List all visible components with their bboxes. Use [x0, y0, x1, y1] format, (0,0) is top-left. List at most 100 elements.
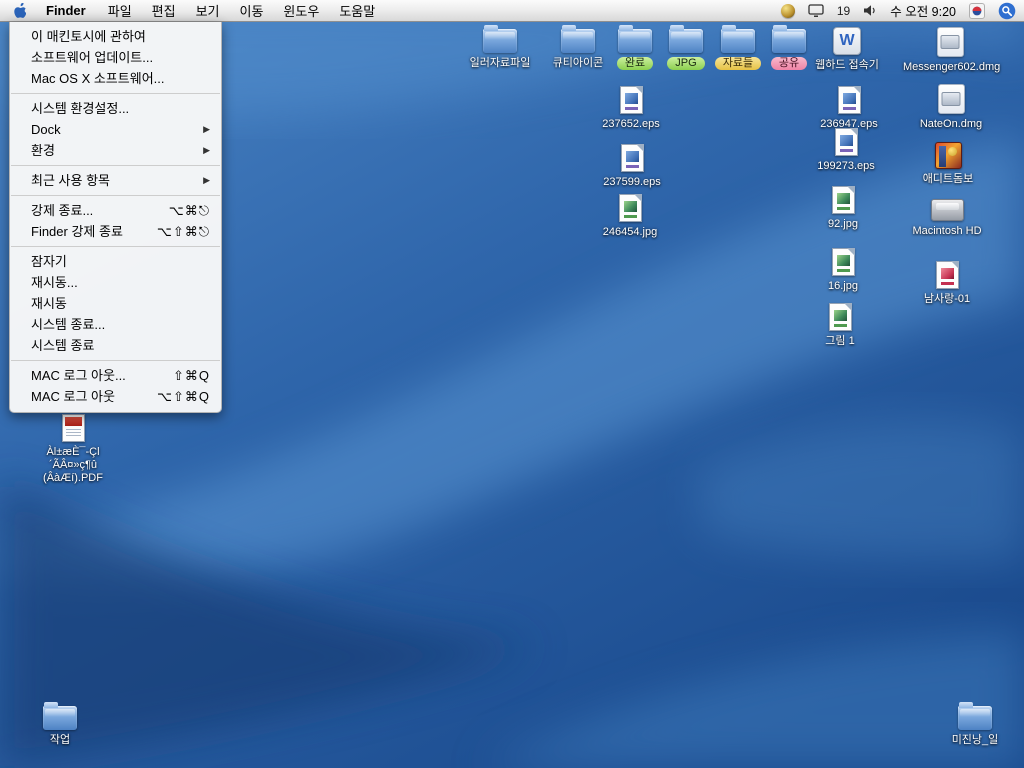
- menu-item-label: 최근 사용 항목: [31, 172, 203, 189]
- menu-item-label: 소프트웨어 업데이트...: [31, 49, 210, 66]
- menu-item-label: Dock: [31, 121, 203, 138]
- desktop-icon-app[interactable]: 애디트돔보: [903, 142, 993, 186]
- menu-file[interactable]: 파일: [98, 0, 142, 22]
- menu-finder[interactable]: Finder: [36, 0, 98, 22]
- eps-file-icon: [838, 86, 861, 114]
- desktop-icon-pdf[interactable]: Àl±æÈ¯-Çl´ÃÂ¤»ç¶û (ÂàÆí).PDF: [28, 414, 118, 485]
- jpg-file-icon: [619, 194, 642, 222]
- desktop-icon-hard-disk[interactable]: Macintosh HD: [902, 199, 992, 238]
- desktop-icon-dmg[interactable]: NateOn.dmg: [906, 84, 996, 131]
- menubar-clock[interactable]: 수 오전 9:20: [890, 0, 956, 22]
- doc-badge: [834, 324, 847, 327]
- icon-label: Messenger602.dmg: [900, 61, 1000, 74]
- menu-item-label: MAC 로그 아웃: [31, 388, 157, 405]
- menubar-extras: 19 수 오전 9:20: [781, 0, 1024, 22]
- volume-icon[interactable]: [863, 0, 877, 22]
- menu-view[interactable]: 보기: [186, 0, 230, 22]
- desktop-icon-jpg[interactable]: 246454.jpg: [585, 194, 675, 239]
- doc-thumbnail: [834, 310, 847, 321]
- menu-item-software-update[interactable]: 소프트웨어 업데이트...: [10, 47, 221, 68]
- desktop-icon-eps[interactable]: 199273.eps: [801, 128, 891, 173]
- menu-item-macosx-software[interactable]: Mac OS X 소프트웨어...: [10, 68, 221, 89]
- menu-item-shutdown[interactable]: 시스템 종료: [10, 335, 221, 356]
- doc-badge: [625, 107, 638, 110]
- icon-label: 237652.eps: [599, 118, 663, 131]
- menu-item-about-this-mac[interactable]: 이 매킨토시에 관하여: [10, 26, 221, 47]
- icon-label: Macintosh HD: [909, 225, 984, 238]
- desktop-icon-eps[interactable]: 237599.eps: [587, 144, 677, 189]
- spotlight-icon[interactable]: [998, 0, 1016, 22]
- doc-badge: [837, 207, 850, 210]
- menu-item-force-quit-finder[interactable]: Finder 강제 종료 ⌥⇧⌘⎋: [10, 221, 221, 242]
- folder-icon: [772, 29, 806, 53]
- menu-item-restart-dots[interactable]: 재시동...: [10, 272, 221, 293]
- pdf-band: [65, 417, 82, 426]
- doc-thumbnail: [843, 93, 856, 104]
- doc-badge: [843, 107, 856, 110]
- menu-item-shortcut: ⌥⇧⌘⎋: [157, 223, 210, 240]
- desktop-icon-folder[interactable]: 일러자료파일: [455, 29, 545, 70]
- menu-go[interactable]: 이동: [230, 0, 274, 22]
- status-ball-icon[interactable]: [781, 0, 795, 22]
- icon-label: 246454.jpg: [600, 226, 660, 239]
- folder-icon: [483, 29, 517, 53]
- menu-item-restart[interactable]: 재시동: [10, 293, 221, 314]
- menubar: Finder 파일 편집 보기 이동 윈도우 도움말 19 수 오전 9:20: [0, 0, 1024, 22]
- menu-separator: [11, 93, 220, 94]
- doc-badge: [840, 149, 853, 152]
- desktop-icon-eps[interactable]: 236947.eps: [804, 86, 894, 131]
- menu-item-label: 시스템 종료: [31, 337, 210, 354]
- submenu-arrow-icon: ▶: [203, 121, 210, 138]
- jpg-file-icon: [829, 303, 852, 331]
- apple-menu-button[interactable]: [0, 0, 36, 22]
- menu-item-label: MAC 로그 아웃...: [31, 367, 173, 384]
- desktop-icon-jpg[interactable]: 16.jpg: [798, 248, 888, 293]
- disk-image-icon: [937, 27, 964, 57]
- desktop-icon-app[interactable]: W 웹하드 접속기: [802, 27, 892, 72]
- doc-badge: [837, 269, 850, 272]
- desktop-icon-eps[interactable]: 237652.eps: [586, 86, 676, 131]
- doc-badge: [626, 165, 639, 168]
- menu-item-shortcut: ⌥⌘⎋: [169, 202, 210, 219]
- menu-item-logout-dots[interactable]: MAC 로그 아웃... ⇧⌘Q: [10, 365, 221, 386]
- jpg-file-icon: [832, 186, 855, 214]
- doc-thumbnail: [626, 151, 639, 162]
- icon-label: 작업: [47, 734, 73, 747]
- icon-label: 그림 1: [822, 335, 857, 348]
- desktop-icon-folder[interactable]: 작업: [15, 706, 105, 747]
- document-icon: [936, 261, 959, 289]
- desktop-icon-document[interactable]: 남사랑-01: [902, 261, 992, 306]
- icon-label: 미진낭_일: [949, 734, 1002, 747]
- menu-item-location[interactable]: 환경 ▶: [10, 140, 221, 161]
- menu-item-label: 환경: [31, 142, 203, 159]
- desktop-icon-jpg[interactable]: 92.jpg: [798, 186, 888, 231]
- folder-icon: [43, 706, 77, 730]
- icon-label: NateOn.dmg: [917, 118, 985, 131]
- menu-separator: [11, 360, 220, 361]
- app-glyph: W: [839, 32, 854, 50]
- menu-item-shortcut: ⌥⇧⌘Q: [157, 388, 210, 405]
- desktop-icon-folder[interactable]: 미진낭_일: [930, 706, 1020, 747]
- icon-label: 92.jpg: [825, 218, 861, 231]
- menu-edit[interactable]: 편집: [142, 0, 186, 22]
- menu-item-system-preferences[interactable]: 시스템 환경설정...: [10, 98, 221, 119]
- menu-item-sleep[interactable]: 잠자기: [10, 251, 221, 272]
- menu-item-logout[interactable]: MAC 로그 아웃 ⌥⇧⌘Q: [10, 386, 221, 407]
- menubar-extra-text[interactable]: 19: [837, 0, 850, 22]
- menu-item-shutdown-dots[interactable]: 시스템 종료...: [10, 314, 221, 335]
- menu-item-dock[interactable]: Dock ▶: [10, 119, 221, 140]
- menu-window[interactable]: 윈도우: [273, 0, 329, 22]
- menu-help[interactable]: 도움말: [329, 0, 385, 22]
- menu-item-recent-items[interactable]: 최근 사용 항목 ▶: [10, 170, 221, 191]
- menu-item-force-quit[interactable]: 강제 종료... ⌥⌘⎋: [10, 200, 221, 221]
- input-language-flag-icon[interactable]: [969, 0, 985, 22]
- doc-thumbnail: [941, 268, 954, 279]
- menu-item-label: 재시동...: [31, 274, 210, 291]
- displays-icon[interactable]: [808, 0, 824, 22]
- desktop-icon-jpg[interactable]: 그림 1: [795, 303, 885, 348]
- desktop-icon-dmg[interactable]: Messenger602.dmg: [905, 27, 995, 74]
- menu-item-label: Mac OS X 소프트웨어...: [31, 70, 210, 87]
- menu-item-shortcut: ⇧⌘Q: [173, 367, 210, 384]
- menu-item-label: 잠자기: [31, 253, 210, 270]
- colorful-app-icon: [935, 142, 962, 169]
